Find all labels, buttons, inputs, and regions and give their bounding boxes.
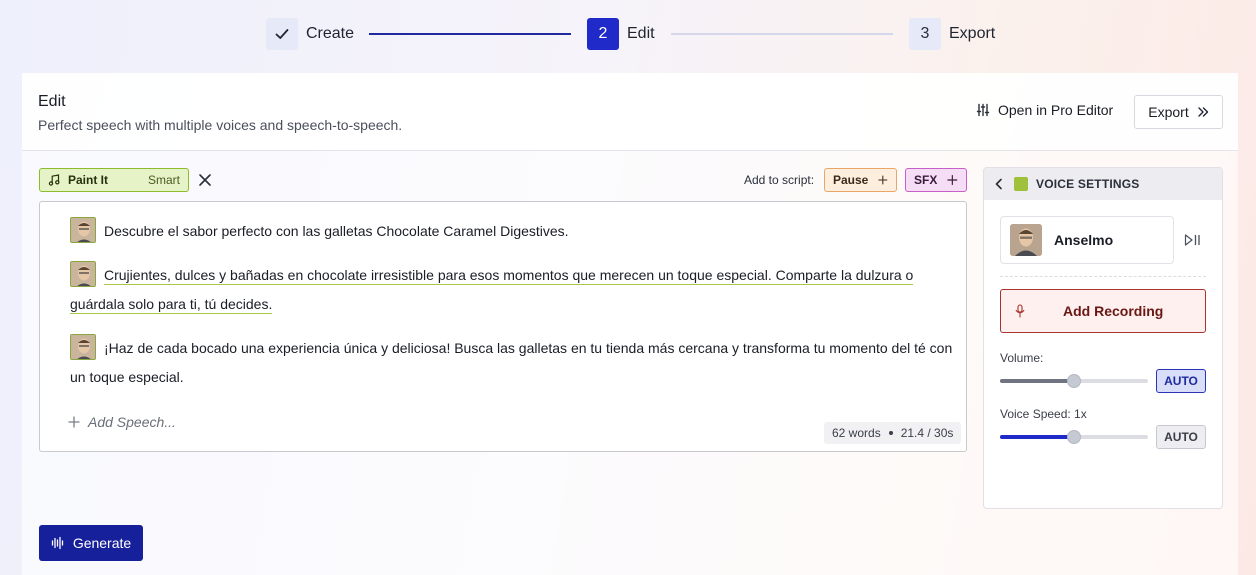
speaker-avatar[interactable]: [70, 217, 96, 244]
music-track-mode: Smart: [147, 173, 180, 187]
open-pro-editor-button[interactable]: Open in Pro Editor: [976, 102, 1113, 118]
add-pause-label: Pause: [833, 173, 869, 187]
music-note-icon: [48, 174, 60, 186]
voice-settings-title: VOICE SETTINGS: [1036, 177, 1140, 191]
step-create-check-icon[interactable]: [266, 18, 298, 50]
voice-speed-slider[interactable]: [1000, 430, 1148, 444]
face-icon: [71, 335, 95, 360]
step-export-number[interactable]: 3: [909, 18, 941, 50]
voice-name: Anselmo: [1054, 232, 1114, 248]
speech-paragraph[interactable]: Descubre el sabor perfecto con las galle…: [70, 217, 956, 246]
script-editor[interactable]: Descubre el sabor perfecto con las galle…: [39, 201, 967, 452]
volume-auto-toggle[interactable]: AUTO: [1156, 369, 1206, 393]
edit-panel: Edit Perfect speech with multiple voices…: [22, 73, 1238, 575]
speaker-avatar[interactable]: [70, 261, 96, 288]
music-track-tag[interactable]: Paint It Smart: [39, 168, 189, 192]
panel-header: Edit Perfect speech with multiple voices…: [22, 73, 1238, 151]
speech-text: ¡Haz de cada bocado una experiencia únic…: [70, 340, 953, 385]
sliders-icon: [976, 103, 990, 117]
volume-slider[interactable]: [1000, 374, 1148, 388]
export-button[interactable]: Export: [1134, 95, 1223, 129]
add-pause-button[interactable]: Pause: [824, 168, 897, 192]
play-pause-icon[interactable]: [1184, 233, 1202, 247]
add-speech-label: Add Speech...: [88, 414, 176, 430]
generate-button-label: Generate: [72, 535, 132, 551]
step-export-label[interactable]: Export: [949, 25, 995, 43]
voice-speed-label: Voice Speed: 1x: [1000, 407, 1087, 421]
add-sfx-button[interactable]: SFX: [905, 168, 967, 192]
duration-readout: 21.4 / 30s: [900, 426, 954, 440]
step-connector-done: [369, 33, 571, 35]
page-subtitle: Perfect speech with multiple voices and …: [38, 117, 403, 133]
speech-paragraph[interactable]: ¡Haz de cada bocado una experiencia únic…: [70, 334, 956, 392]
speech-text-selected: Crujientes, dulces y bañadas en chocolat…: [70, 267, 914, 314]
face-icon: [71, 218, 95, 243]
speech-paragraph[interactable]: Crujientes, dulces y bañadas en chocolat…: [70, 261, 956, 319]
volume-slider-fill: [1000, 379, 1074, 383]
remove-music-close-icon[interactable]: [196, 171, 214, 189]
generate-button[interactable]: Generate: [39, 525, 143, 561]
export-button-label: Export: [1148, 104, 1189, 120]
face-icon: [71, 262, 95, 287]
voice-settings-panel: VOICE SETTINGS Anselmo Add Recording Vol…: [983, 167, 1223, 509]
volume-slider-thumb[interactable]: [1067, 374, 1081, 388]
voice-avatar: [1010, 224, 1042, 256]
add-recording-button[interactable]: Add Recording: [1000, 289, 1206, 333]
plus-icon: [68, 416, 80, 428]
voice-speed-slider-fill: [1000, 435, 1074, 439]
step-edit-label[interactable]: Edit: [627, 25, 655, 43]
speaker-avatar[interactable]: [70, 334, 96, 361]
volume-label: Volume:: [1000, 351, 1044, 365]
chevron-left-icon[interactable]: [994, 178, 1004, 190]
page-title: Edit: [38, 93, 66, 110]
word-count: 62 words: [832, 426, 881, 440]
step-connector-pending: [671, 33, 893, 35]
voice-settings-header: VOICE SETTINGS: [984, 168, 1222, 200]
add-recording-label: Add Recording: [1063, 303, 1164, 319]
music-track-name: Paint It: [68, 173, 109, 187]
add-sfx-label: SFX: [914, 173, 938, 187]
microphone-icon: [1015, 304, 1025, 318]
face-icon: [1010, 224, 1042, 256]
separator-dot: [888, 431, 893, 435]
plus-icon: [947, 174, 958, 186]
step-edit-number[interactable]: 2: [587, 18, 619, 50]
voice-speed-slider-thumb[interactable]: [1067, 430, 1081, 444]
plus-icon: [878, 175, 888, 185]
speech-text: Descubre el sabor perfecto con las galle…: [104, 223, 569, 239]
step-create-label[interactable]: Create: [306, 25, 354, 43]
voice-color-swatch: [1014, 177, 1028, 191]
voice-selector[interactable]: Anselmo: [1000, 216, 1174, 264]
double-chevron-right-icon: [1198, 107, 1208, 117]
check-icon: [275, 29, 289, 39]
voice-settings-divider: [1000, 276, 1206, 277]
add-speech-button[interactable]: Add Speech...: [68, 414, 176, 430]
script-stats-badge: 62 words 21.4 / 30s: [824, 422, 962, 444]
voice-speed-auto-toggle[interactable]: AUTO: [1156, 425, 1206, 449]
waveform-icon: [51, 536, 63, 550]
add-to-script-label: Add to script:: [744, 173, 815, 187]
stepper: Create 2 Edit 3 Export: [0, 18, 1256, 50]
open-pro-editor-label: Open in Pro Editor: [998, 102, 1114, 118]
